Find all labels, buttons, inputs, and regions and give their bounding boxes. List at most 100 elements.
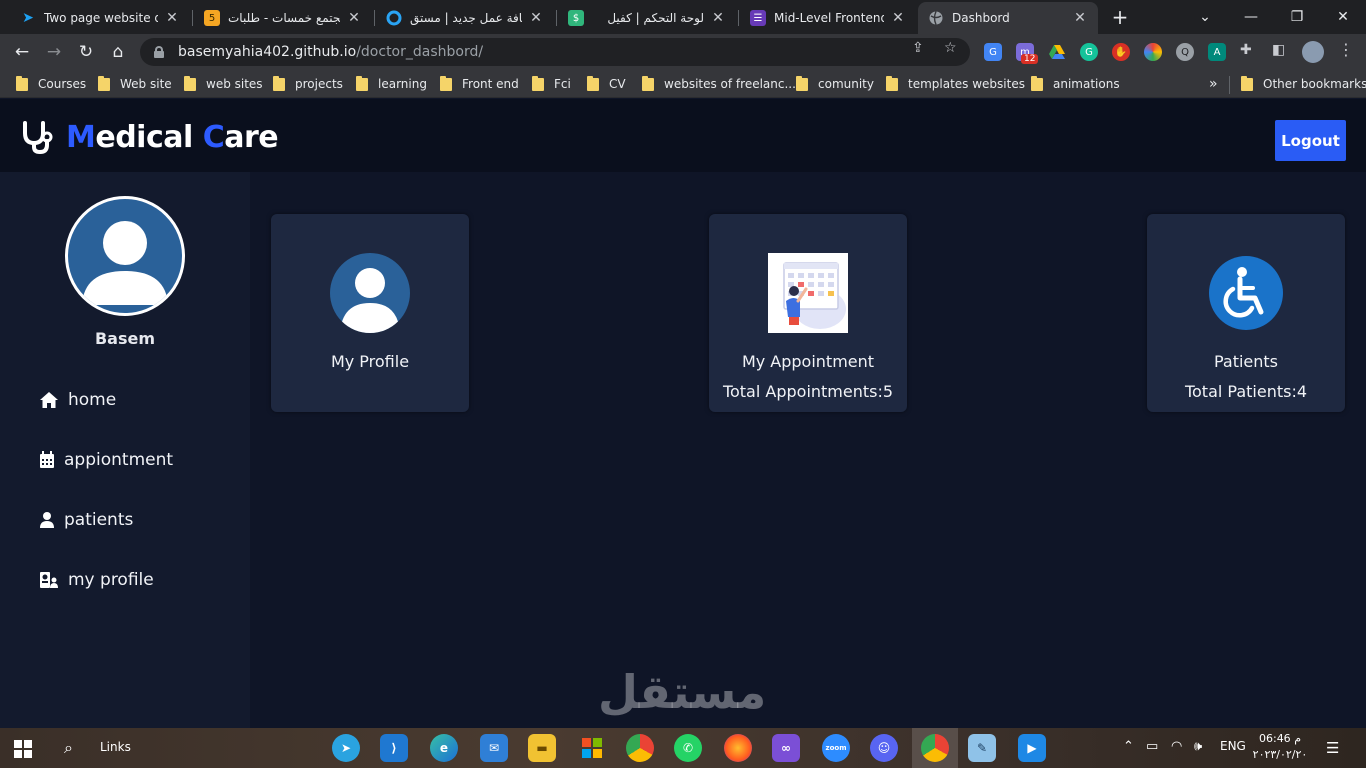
mail-icon[interactable]: ✉ (480, 734, 508, 762)
browser-tab[interactable]: $ لوحة التحكم | كفيل ✕ (558, 2, 736, 34)
sidebar-item-label: patients (64, 510, 134, 530)
edge-icon[interactable]: e (430, 734, 458, 762)
minimize-button[interactable]: — (1228, 0, 1274, 34)
browser-tab[interactable]: ☰ Mid-Level Frontend D ✕ (740, 2, 916, 34)
other-bookmarks-folder[interactable]: Other bookmarks (1241, 75, 1366, 93)
bookmark-folder[interactable]: CV (587, 75, 626, 93)
restore-button[interactable]: ❐ (1274, 0, 1320, 34)
zoom-icon[interactable]: zoom (822, 734, 850, 762)
sidepanel-icon[interactable]: ◧ (1272, 42, 1285, 58)
user-avatar-icon (82, 221, 168, 305)
sidebar-item-patients[interactable]: patients (38, 506, 133, 534)
calendar-icon (38, 450, 56, 470)
logout-button[interactable]: Logout (1275, 120, 1346, 161)
khamsat-icon: 5 (204, 10, 220, 26)
vscode-icon[interactable]: ⟩ (380, 734, 408, 762)
card-my-appointment[interactable]: My Appointment Total Appointments:5 (709, 214, 907, 412)
sidebar-item-appointment[interactable]: appiontment (38, 446, 173, 474)
site-logo[interactable]: Medical Care (20, 119, 279, 155)
close-icon[interactable]: ✕ (890, 10, 906, 26)
visual-studio-icon[interactable]: ∞ (772, 734, 800, 762)
volume-icon[interactable]: 🕪 (1194, 739, 1202, 754)
clock-date: ٢٠٢٣/٠٢/٢٠ (1252, 748, 1308, 761)
browser-tab-active[interactable]: Dashbord ✕ (918, 2, 1098, 34)
home-icon (38, 390, 60, 410)
window-close-button[interactable]: ✕ (1320, 0, 1366, 34)
close-icon[interactable]: ✕ (1072, 10, 1088, 26)
close-icon[interactable]: ✕ (528, 10, 544, 26)
bookmark-folder[interactable]: animations (1031, 75, 1120, 93)
bookmark-folder[interactable]: web sites (184, 75, 263, 93)
color-picker-icon[interactable] (1144, 43, 1162, 61)
discord-icon[interactable]: ☺ (870, 734, 898, 762)
taskbar-clock[interactable]: 06:46 م ٢٠٢٣/٠٢/٢٠ (1250, 731, 1310, 763)
chrome-active-icon[interactable] (921, 734, 949, 762)
bookmark-folder[interactable]: comunity (796, 75, 874, 93)
star-icon[interactable]: ☆ (944, 40, 957, 56)
close-icon[interactable]: ✕ (710, 10, 726, 26)
wifi-icon[interactable]: ◠ (1171, 739, 1182, 754)
watermark-logo: مستقل (598, 665, 767, 719)
browser-tab[interactable]: إضافة عمل جديد | مستق ✕ (376, 2, 554, 34)
bookmark-folder[interactable]: projects (273, 75, 343, 93)
file-explorer-icon[interactable]: ▬ (528, 734, 556, 762)
close-icon[interactable]: ✕ (346, 10, 362, 26)
chevron-up-icon[interactable]: ⌃ (1123, 739, 1134, 754)
battery-icon[interactable]: ▭ (1146, 739, 1158, 754)
card-patients[interactable]: Patients Total Patients:4 (1147, 214, 1345, 412)
bookmark-folder[interactable]: Fci (532, 75, 571, 93)
bookmark-folder[interactable]: templates websites (886, 75, 1025, 93)
clock-time: 06:46 م (1258, 732, 1301, 745)
chrome-icon[interactable] (626, 734, 654, 762)
bookmark-folder[interactable]: websites of freelanc... (642, 75, 796, 93)
profile-avatar-icon[interactable] (1302, 41, 1324, 63)
links-toolbar[interactable]: Links (100, 740, 131, 754)
search-icon[interactable]: ⌕ (64, 738, 73, 758)
whatsapp-icon[interactable]: ✆ (674, 734, 702, 762)
windows-start-button[interactable] (14, 740, 32, 758)
card-title: Patients (1213, 352, 1279, 371)
more-bookmarks-button[interactable]: » (1209, 75, 1218, 93)
notification-icon[interactable]: ☰ (1326, 739, 1339, 757)
bookmark-label: Courses (38, 77, 87, 91)
share-icon[interactable]: ⇪ (912, 40, 924, 56)
close-icon[interactable]: ✕ (164, 10, 180, 26)
store-icon[interactable] (578, 734, 606, 762)
bookmark-folder[interactable]: Courses (16, 75, 86, 93)
telegram-icon[interactable]: ➤ (332, 734, 360, 762)
address-bar[interactable]: basemyahia402.github.io/doctor_dashbord/ (140, 38, 970, 66)
browser-toolbar: ← → ↻ ⌂ basemyahia402.github.io/doctor_d… (0, 34, 1366, 70)
sidebar-item-my-profile[interactable]: my profile (38, 566, 154, 594)
home-button[interactable]: ⌂ (106, 40, 130, 64)
sidebar-item-home[interactable]: home (38, 386, 116, 414)
back-button[interactable]: ← (10, 40, 34, 64)
drive-icon[interactable] (1048, 43, 1066, 61)
reload-button[interactable]: ↻ (74, 40, 98, 64)
forward-button[interactable]: → (42, 40, 66, 64)
media-player-icon[interactable]: ▶ (1018, 734, 1046, 762)
card-my-profile[interactable]: My Profile (271, 214, 469, 412)
browser-tab[interactable]: 5 مجتمع خمسات - طلبات ✕ (194, 2, 372, 34)
adblock-icon[interactable]: ✋ (1112, 43, 1130, 61)
puzzle-icon[interactable]: ✚ (1240, 42, 1252, 58)
more-vert-icon[interactable]: ⋮ (1338, 40, 1354, 59)
grammarly-icon[interactable]: G (1080, 43, 1098, 61)
folder-icon (1241, 75, 1253, 91)
bookmark-folder[interactable]: Front end (440, 75, 519, 93)
lock-icon (154, 46, 164, 58)
new-tab-button[interactable]: + (1110, 6, 1130, 28)
notepad-icon[interactable]: ✎ (968, 734, 996, 762)
language-indicator[interactable]: ENG (1220, 739, 1246, 753)
translate-icon[interactable]: G (984, 43, 1002, 61)
firefox-icon[interactable] (724, 734, 752, 762)
id-card-icon (38, 570, 60, 590)
browser-tab[interactable]: ➤ Two page website des ✕ (10, 2, 190, 34)
folder-icon (886, 75, 898, 91)
sidebar: Basem home appiontment patients my profi… (0, 172, 250, 728)
chevron-down-icon[interactable]: ⌄ (1182, 0, 1228, 34)
url-path: /doctor_dashbord/ (356, 44, 484, 60)
bookmark-folder[interactable]: Web site (98, 75, 172, 93)
q-extension-icon[interactable]: Q (1176, 43, 1194, 61)
bookmark-folder[interactable]: learning (356, 75, 427, 93)
font-extension-icon[interactable]: A (1208, 43, 1226, 61)
